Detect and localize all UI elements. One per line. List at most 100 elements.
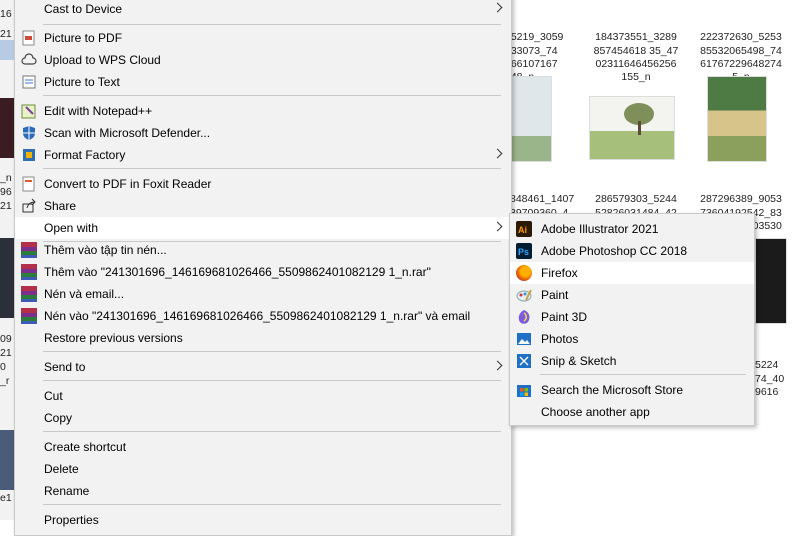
open-with-photos[interactable]: Photos	[510, 328, 754, 350]
menu-item-picture-to-pdf[interactable]: Picture to PDF	[15, 27, 511, 49]
submenu-item-label: Choose another app	[541, 405, 650, 419]
winrar-icon	[21, 264, 37, 280]
menu-separator	[43, 431, 501, 432]
illustrator-icon: Ai	[516, 221, 532, 237]
submenu-item-label: Snip & Sketch	[541, 354, 617, 368]
svg-text:Ai: Ai	[518, 225, 527, 235]
menu-separator	[43, 351, 501, 352]
open-with-choose-another-app[interactable]: Choose another app	[510, 401, 754, 423]
file-thumbnail[interactable]	[0, 430, 14, 490]
chevron-right-icon	[492, 148, 503, 159]
menu-item-upload-wps-cloud[interactable]: Upload to WPS Cloud	[15, 49, 511, 71]
file-name-fragment: 16	[0, 8, 12, 20]
photoshop-icon: Ps	[516, 243, 532, 259]
file-name-fragment: 96	[0, 186, 12, 198]
file-name[interactable]: 184373551_3289 857454618 35_47 02311646456…	[588, 5, 684, 111]
menu-item-label: Delete	[44, 462, 79, 476]
menu-item-label: Upload to WPS Cloud	[44, 53, 161, 67]
tree-trunk	[638, 121, 641, 135]
menu-item-winrar-compress-named-email[interactable]: Nén vào "241301696_146169681026466_55098…	[15, 305, 511, 327]
menu-item-share[interactable]: Share	[15, 195, 511, 217]
menu-item-open-with[interactable]: Open with	[15, 217, 511, 239]
open-with-illustrator[interactable]: Ai Adobe Illustrator 2021	[510, 218, 754, 240]
menu-separator	[43, 504, 501, 505]
file-name[interactable]: 5224 74_40 9616	[755, 333, 795, 425]
submenu-item-label: Adobe Photoshop CC 2018	[541, 244, 688, 258]
menu-separator	[43, 24, 501, 25]
winrar-icon	[21, 242, 37, 258]
menu-item-cut[interactable]: Cut	[15, 385, 511, 407]
winrar-icon	[21, 286, 37, 302]
file-thumbnail[interactable]	[0, 98, 14, 158]
submenu-item-label: Paint 3D	[541, 310, 588, 324]
firefox-icon	[516, 265, 532, 281]
left-file-strip: 16 21 _n 96 21 09 21 0 _r e1	[0, 0, 14, 520]
open-with-paint[interactable]: Paint	[510, 284, 754, 306]
menu-item-label: Rename	[44, 484, 90, 498]
menu-item-winrar-add-named[interactable]: Thêm vào "241301696_146169681026466_5509…	[15, 261, 511, 283]
menu-item-winrar-add-archive[interactable]: Thêm vào tập tin nén...	[15, 239, 511, 261]
chevron-right-icon	[492, 221, 503, 232]
menu-item-convert-foxit[interactable]: Convert to PDF in Foxit Reader	[15, 173, 511, 195]
menu-item-rename[interactable]: Rename	[15, 480, 511, 502]
ocr-icon	[21, 74, 37, 90]
open-with-search-store[interactable]: Search the Microsoft Store	[510, 379, 754, 401]
store-icon	[516, 382, 532, 398]
file-thumbnail[interactable]	[0, 238, 14, 318]
menu-item-scan-defender[interactable]: Scan with Microsoft Defender...	[15, 122, 511, 144]
file-name-fragment: 21	[0, 28, 12, 40]
defender-shield-icon	[21, 125, 37, 141]
menu-item-label: Edit with Notepad++	[44, 104, 153, 118]
submenu-item-label: Search the Microsoft Store	[541, 383, 684, 397]
image-thumbnail[interactable]	[510, 76, 552, 162]
menu-item-label: Cut	[44, 389, 63, 403]
menu-item-delete[interactable]: Delete	[15, 458, 511, 480]
submenu-item-label: Photos	[541, 332, 579, 346]
menu-item-label: Convert to PDF in Foxit Reader	[44, 177, 212, 191]
open-with-paint-3d[interactable]: Paint 3D	[510, 306, 754, 328]
chevron-right-icon	[492, 360, 503, 371]
open-with-firefox[interactable]: Firefox	[510, 262, 754, 284]
menu-item-properties[interactable]: Properties	[15, 509, 511, 531]
menu-item-label: Share	[44, 199, 77, 213]
menu-item-label: Format Factory	[44, 148, 126, 162]
pdf-icon	[21, 30, 37, 46]
menu-item-restore-previous-versions[interactable]: Restore previous versions	[15, 327, 511, 349]
menu-item-label: Restore previous versions	[44, 331, 183, 345]
share-icon	[21, 198, 37, 214]
submenu-item-label: Adobe Illustrator 2021	[541, 222, 659, 236]
menu-item-send-to[interactable]: Send to	[15, 356, 511, 378]
cloud-icon	[21, 52, 37, 68]
menu-item-label: Create shortcut	[44, 440, 127, 454]
menu-item-picture-to-text[interactable]: Picture to Text	[15, 71, 511, 93]
photos-icon	[516, 331, 532, 347]
menu-item-cast-to-device[interactable]: Cast to Device	[15, 0, 511, 20]
menu-item-label: Picture to PDF	[44, 31, 123, 45]
open-with-snip-sketch[interactable]: Snip & Sketch	[510, 350, 754, 372]
menu-item-label: Cast to Device	[44, 2, 123, 16]
image-thumbnail[interactable]	[589, 96, 675, 160]
snip-sketch-icon	[516, 353, 532, 369]
image-thumbnail[interactable]	[707, 76, 767, 162]
menu-item-edit-notepad-plus-plus[interactable]: Edit with Notepad++	[15, 100, 511, 122]
file-name-fragment: 21	[0, 200, 12, 212]
paint-icon	[516, 287, 532, 303]
menu-item-label: Send to	[44, 360, 86, 374]
open-with-photoshop[interactable]: Ps Adobe Photoshop CC 2018	[510, 240, 754, 262]
file-thumbnail[interactable]	[0, 40, 14, 60]
paint-3d-icon	[516, 309, 532, 325]
menu-separator	[43, 380, 501, 381]
menu-item-label: Thêm vào "241301696_146169681026466_5509…	[44, 265, 431, 279]
notepad-plus-plus-icon	[21, 103, 37, 119]
menu-item-label: Nén vào "241301696_146169681026466_55098…	[44, 309, 471, 323]
open-with-submenu: Ai Adobe Illustrator 2021 Ps Adobe Photo…	[509, 213, 755, 426]
menu-item-format-factory[interactable]: Format Factory	[15, 144, 511, 166]
image-thumbnail[interactable]	[755, 238, 787, 324]
menu-item-create-shortcut[interactable]: Create shortcut	[15, 436, 511, 458]
file-name-fragment: e1	[0, 492, 12, 504]
menu-item-winrar-compress-email[interactable]: Nén và email...	[15, 283, 511, 305]
winrar-icon	[21, 308, 37, 324]
menu-item-copy[interactable]: Copy	[15, 407, 511, 429]
submenu-separator	[540, 374, 746, 375]
menu-separator	[43, 168, 501, 169]
